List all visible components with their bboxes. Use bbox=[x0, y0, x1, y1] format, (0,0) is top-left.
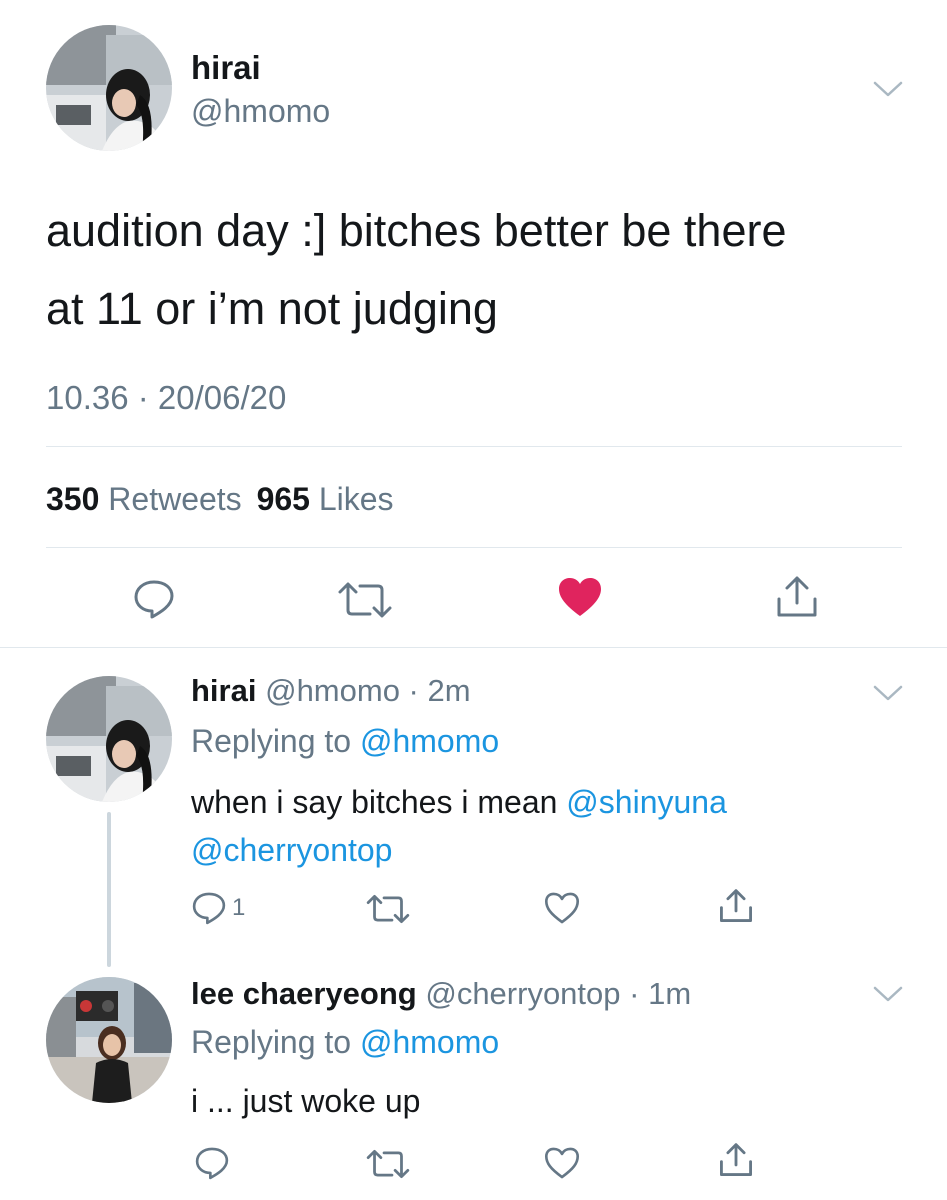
reply-header: hirai @hmomo · 2m bbox=[191, 671, 471, 711]
replying-to-label: Replying to bbox=[191, 723, 360, 759]
reply-handle[interactable]: @cherryontop bbox=[425, 976, 620, 1011]
retweets-stat[interactable]: 350 Retweets bbox=[46, 481, 251, 517]
replying-to-mention[interactable]: @hmomo bbox=[360, 723, 499, 759]
divider bbox=[46, 446, 902, 447]
reply-handle[interactable]: @hmomo bbox=[265, 673, 400, 708]
reply-text-body: when i say bitches i mean bbox=[191, 784, 567, 820]
reply-count: 1 bbox=[232, 894, 246, 921]
reply-icon[interactable] bbox=[193, 1145, 231, 1181]
retweets-label: Retweets bbox=[108, 481, 242, 517]
replying-to: Replying to @hmomo bbox=[191, 1022, 499, 1062]
mention-link[interactable]: @cherryontop bbox=[191, 832, 392, 868]
mention-link[interactable]: @shinyuna bbox=[566, 784, 727, 820]
tweet-time: 10.36 bbox=[46, 379, 129, 416]
reply-icon bbox=[192, 892, 226, 925]
chevron-down-icon[interactable] bbox=[873, 684, 903, 702]
reply-text: i ... just woke up bbox=[191, 1083, 421, 1119]
reply-time: 2m bbox=[427, 673, 471, 708]
dot-separator: · bbox=[399, 673, 428, 708]
likes-label: Likes bbox=[318, 481, 394, 517]
retweet-icon[interactable] bbox=[365, 893, 411, 925]
divider bbox=[46, 547, 902, 548]
chevron-down-icon[interactable] bbox=[873, 985, 903, 1003]
replying-to: Replying to @hmomo bbox=[191, 721, 499, 761]
main-tweet-avatar[interactable] bbox=[46, 25, 172, 151]
main-tweet-text-line2: at 11 or i’m not judging bbox=[46, 283, 498, 334]
dot-separator: · bbox=[620, 976, 649, 1011]
reply-avatar[interactable] bbox=[46, 676, 172, 802]
replying-to-mention[interactable]: @hmomo bbox=[360, 1024, 499, 1060]
main-tweet-text: audition day :] bitches better be there … bbox=[46, 192, 916, 348]
retweet-icon[interactable] bbox=[365, 1148, 411, 1180]
reply-header: lee chaeryeong @cherryontop · 1m bbox=[191, 974, 691, 1014]
divider bbox=[0, 647, 947, 648]
retweets-count: 350 bbox=[46, 481, 100, 517]
like-icon[interactable] bbox=[543, 1145, 581, 1181]
likes-count: 965 bbox=[256, 481, 310, 517]
thread-line bbox=[107, 812, 111, 967]
likes-stat[interactable]: 965 Likes bbox=[257, 481, 394, 517]
reply-display-name[interactable]: lee chaeryeong bbox=[191, 976, 417, 1011]
timestamp-separator: · bbox=[128, 379, 158, 416]
reply-time: 1m bbox=[648, 976, 692, 1011]
engagement-stats: 350 Retweets 965 Likes bbox=[46, 479, 394, 519]
reply-action[interactable]: 1 bbox=[190, 890, 245, 926]
main-tweet-text-line1: audition day :] bitches better be there bbox=[46, 205, 787, 256]
share-icon[interactable] bbox=[719, 1142, 753, 1178]
main-tweet-handle[interactable]: @hmomo bbox=[191, 91, 330, 131]
main-tweet-display-name[interactable]: hirai bbox=[191, 48, 261, 88]
like-icon[interactable] bbox=[543, 890, 581, 926]
reply-avatar[interactable] bbox=[46, 977, 172, 1103]
retweet-icon[interactable] bbox=[336, 580, 394, 620]
share-icon[interactable] bbox=[776, 575, 818, 619]
like-heart-icon[interactable] bbox=[557, 576, 603, 618]
reply-display-name[interactable]: hirai bbox=[191, 673, 256, 708]
chevron-down-icon[interactable] bbox=[873, 80, 903, 98]
share-icon[interactable] bbox=[719, 888, 753, 924]
replying-to-label: Replying to bbox=[191, 1024, 360, 1060]
tweet-date: 20/06/20 bbox=[157, 379, 287, 416]
main-tweet-timestamp[interactable]: 10.36 · 20/06/20 bbox=[46, 378, 286, 418]
reply-icon[interactable] bbox=[131, 578, 177, 620]
reply-text: when i say bitches i mean @shinyuna @che… bbox=[191, 778, 891, 874]
